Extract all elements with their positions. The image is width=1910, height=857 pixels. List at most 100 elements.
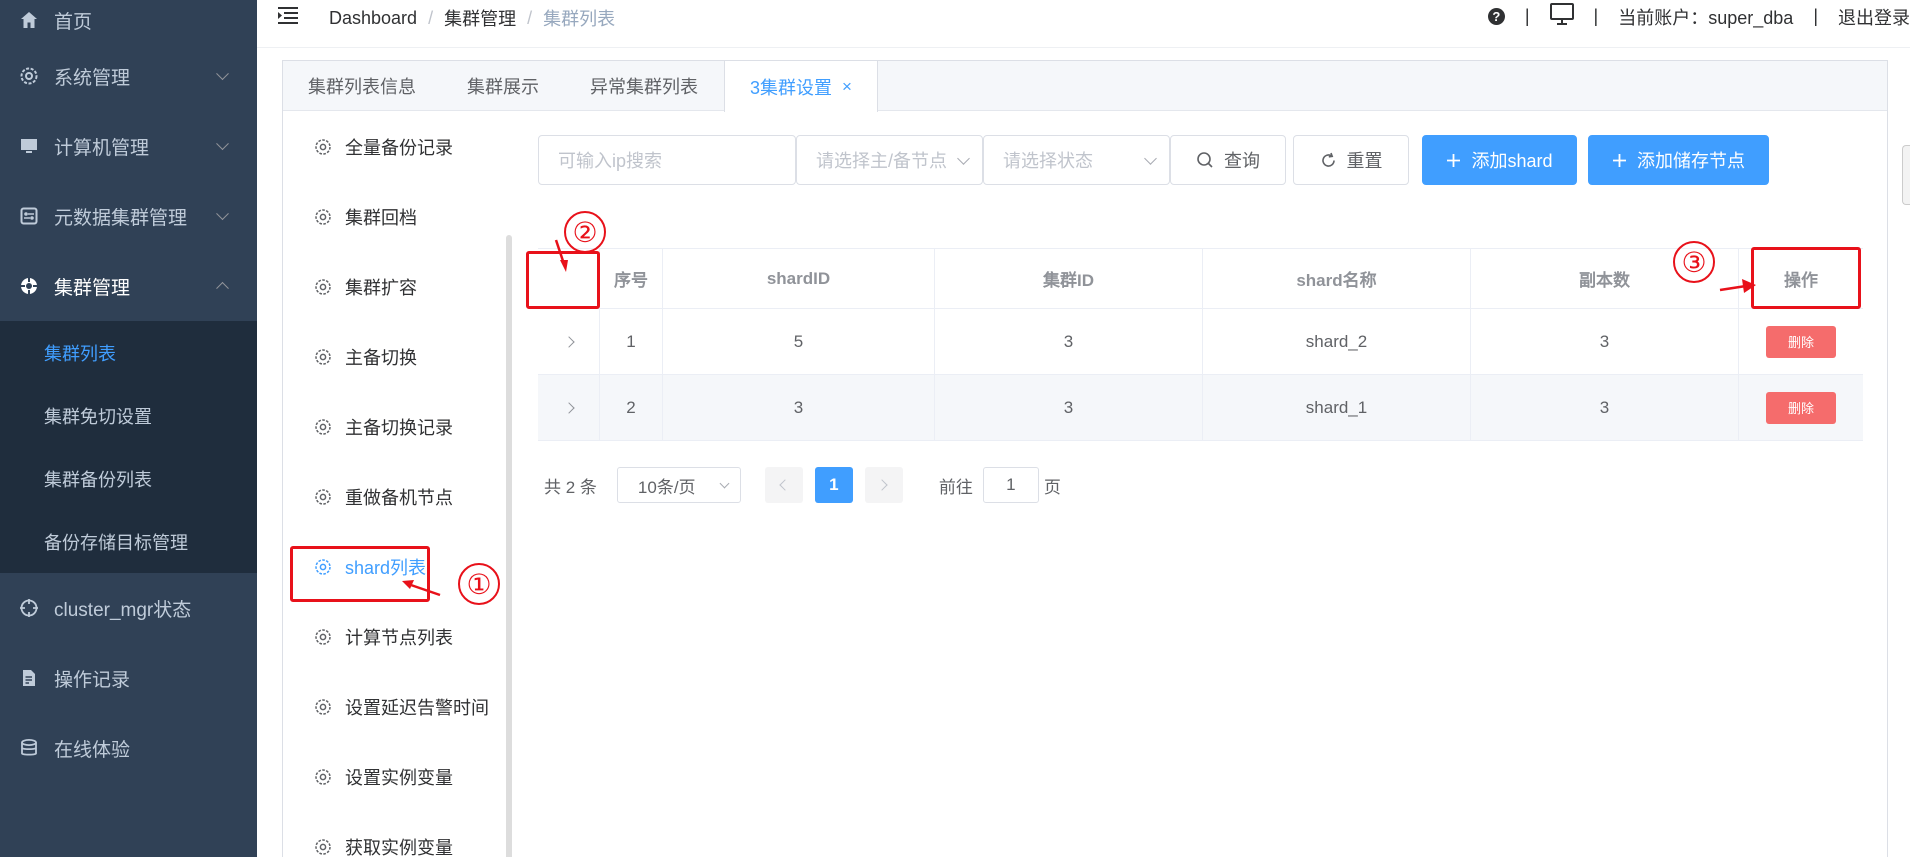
- chevron-up-icon: [216, 281, 229, 295]
- side-drawer-handle[interactable]: [1902, 145, 1910, 205]
- header-divider: |: [1524, 6, 1530, 26]
- cell-shard-name: shard_1: [1203, 375, 1471, 440]
- add-storage-node-button[interactable]: 添加储存节点: [1588, 135, 1769, 185]
- chevron-left-icon: [779, 479, 792, 491]
- hamburger-icon[interactable]: [278, 6, 298, 24]
- reset-button[interactable]: 重置: [1293, 135, 1409, 185]
- chevron-down-icon: [216, 137, 229, 151]
- refresh-icon: [1320, 152, 1337, 169]
- top-header: Dashboard / 集群管理 / 集群列表 ? | | 当前账户：super…: [257, 0, 1910, 48]
- close-icon[interactable]: ×: [842, 77, 852, 97]
- setting-delay-alert-time[interactable]: 设置延迟告警时间: [283, 672, 509, 742]
- cell-replicas: 3: [1471, 309, 1739, 374]
- setting-switchover[interactable]: 主备切换: [283, 322, 509, 392]
- sidebar-subitem-cluster-list[interactable]: 集群列表: [0, 321, 257, 384]
- chevron-right-icon: [562, 401, 575, 414]
- page-size-value: 10条/页: [637, 477, 696, 497]
- table-row: 1 5 3 shard_2 3 删除: [538, 309, 1863, 375]
- tab-abnormal-clusters[interactable]: 异常集群列表: [565, 61, 724, 111]
- table-header-row: 序号 shardID 集群ID shard名称 副本数 操作: [538, 249, 1863, 309]
- header-divider: |: [1593, 6, 1599, 26]
- logout-link[interactable]: 退出登录: [1838, 4, 1910, 30]
- status-select[interactable]: 请选择状态: [983, 135, 1170, 185]
- sidebar-item-system[interactable]: 系统管理: [0, 41, 257, 111]
- chevron-down-icon: [1144, 152, 1157, 165]
- breadcrumb-cluster-list: 集群列表: [543, 9, 616, 29]
- chevron-down-icon: [216, 67, 229, 81]
- document-icon: [18, 667, 40, 689]
- setting-set-instance-variables[interactable]: 设置实例变量: [283, 742, 509, 812]
- prev-page-button[interactable]: [764, 467, 803, 503]
- sidebar-item-cluster[interactable]: 集群管理: [0, 251, 257, 321]
- sidebar-item-label: 元数据集群管理: [54, 207, 188, 229]
- setting-label: 集群回档: [345, 208, 417, 228]
- chevron-down-icon: [216, 207, 229, 221]
- setting-cluster-rollback[interactable]: 集群回档: [283, 182, 509, 252]
- table-row: 2 3 3 shard_1 3 删除: [538, 375, 1863, 441]
- gear-icon: [315, 699, 331, 715]
- sidebar-item-label: 计算机管理: [54, 137, 150, 159]
- expand-row-toggle[interactable]: [538, 375, 600, 440]
- annotation-arrow-1: [402, 580, 441, 597]
- sidebar-item-operation-log[interactable]: 操作记录: [0, 643, 257, 713]
- sidebar-item-home[interactable]: 首页: [0, 0, 257, 41]
- gear-icon: [315, 419, 331, 435]
- sidebar-item-meta-cluster[interactable]: 元数据集群管理: [0, 181, 257, 251]
- cluster-submenu: 集群列表 集群免切设置 集群备份列表 备份存储目标管理: [0, 321, 257, 573]
- setting-label: 重做备机节点: [345, 488, 453, 508]
- ip-search-input[interactable]: 可输入ip搜索: [538, 135, 796, 185]
- cell-shard-id: 3: [663, 375, 935, 440]
- sidebar-item-label: 在线体验: [54, 739, 131, 761]
- setting-get-instance-variables[interactable]: 获取实例变量: [283, 812, 509, 857]
- tab-cluster-list-info[interactable]: 集群列表信息: [283, 61, 442, 111]
- add-shard-label: 添加shard: [1471, 151, 1553, 171]
- node-role-select[interactable]: 请选择主/备节点: [796, 135, 983, 185]
- sidebar-item-label: 首页: [54, 11, 93, 33]
- breadcrumb: Dashboard / 集群管理 / 集群列表: [329, 5, 615, 31]
- add-shard-button[interactable]: 添加shard: [1422, 135, 1577, 185]
- database-icon: [18, 737, 40, 759]
- tab-cluster-display[interactable]: 集群展示: [442, 61, 565, 111]
- search-button[interactable]: 查询: [1170, 135, 1286, 185]
- sidebar-item-computer[interactable]: 计算机管理: [0, 111, 257, 181]
- cell-replicas: 3: [1471, 375, 1739, 440]
- setting-cluster-expand[interactable]: 集群扩容: [283, 252, 509, 322]
- delete-button[interactable]: 删除: [1766, 391, 1836, 424]
- delete-button[interactable]: 删除: [1766, 325, 1836, 358]
- tab-cluster-settings[interactable]: 3集群设置 ×: [724, 61, 878, 112]
- sidebar-item-cluster-mgr-status[interactable]: cluster_mgr状态: [0, 573, 257, 643]
- goto-page-input[interactable]: 1: [982, 467, 1039, 503]
- breadcrumb-dashboard[interactable]: Dashboard: [329, 8, 417, 29]
- help-icon[interactable]: ?: [1487, 8, 1505, 25]
- setting-switchover-records[interactable]: 主备切换记录: [283, 392, 509, 462]
- screen-icon[interactable]: [1549, 3, 1574, 30]
- chevron-right-icon: [562, 335, 575, 348]
- sidebar-item-label: 操作记录: [54, 669, 131, 691]
- setting-compute-node-list[interactable]: 计算节点列表: [283, 602, 509, 672]
- sidebar-subitem-backup-target[interactable]: 备份存储目标管理: [0, 510, 257, 573]
- shard-table: 序号 shardID 集群ID shard名称 副本数 操作 1 5 3 sha…: [538, 248, 1863, 441]
- setting-full-backup-records[interactable]: 全量备份记录: [283, 112, 509, 182]
- annotation-arrow-2: [554, 239, 568, 272]
- search-button-label: 查询: [1224, 151, 1260, 171]
- sidebar-item-online-demo[interactable]: 在线体验: [0, 713, 257, 783]
- monitor-icon: [18, 135, 40, 157]
- chevron-down-icon: [957, 152, 970, 165]
- add-storage-node-label: 添加储存节点: [1637, 151, 1745, 171]
- settings-scrollbar[interactable]: [506, 235, 512, 857]
- gear-icon: [315, 279, 331, 295]
- cell-actions: 删除: [1739, 309, 1863, 374]
- page-number-button[interactable]: 1: [814, 467, 853, 503]
- setting-label: 设置延迟告警时间: [345, 698, 489, 718]
- next-page-button[interactable]: [864, 467, 903, 503]
- plus-icon: [1612, 153, 1627, 168]
- setting-rebuild-standby[interactable]: 重做备机节点: [283, 462, 509, 532]
- page-size-select[interactable]: 10条/页: [616, 467, 741, 503]
- gear-icon: [315, 769, 331, 785]
- breadcrumb-cluster-management[interactable]: 集群管理: [444, 5, 516, 31]
- sidebar-subitem-backup-list[interactable]: 集群备份列表: [0, 447, 257, 510]
- sidebar-subitem-failover-settings[interactable]: 集群免切设置: [0, 384, 257, 447]
- search-icon: [1196, 151, 1214, 169]
- tabs-bar: 集群列表信息 集群展示 异常集群列表 3集群设置 ×: [283, 61, 1887, 112]
- expand-row-toggle[interactable]: [538, 309, 600, 374]
